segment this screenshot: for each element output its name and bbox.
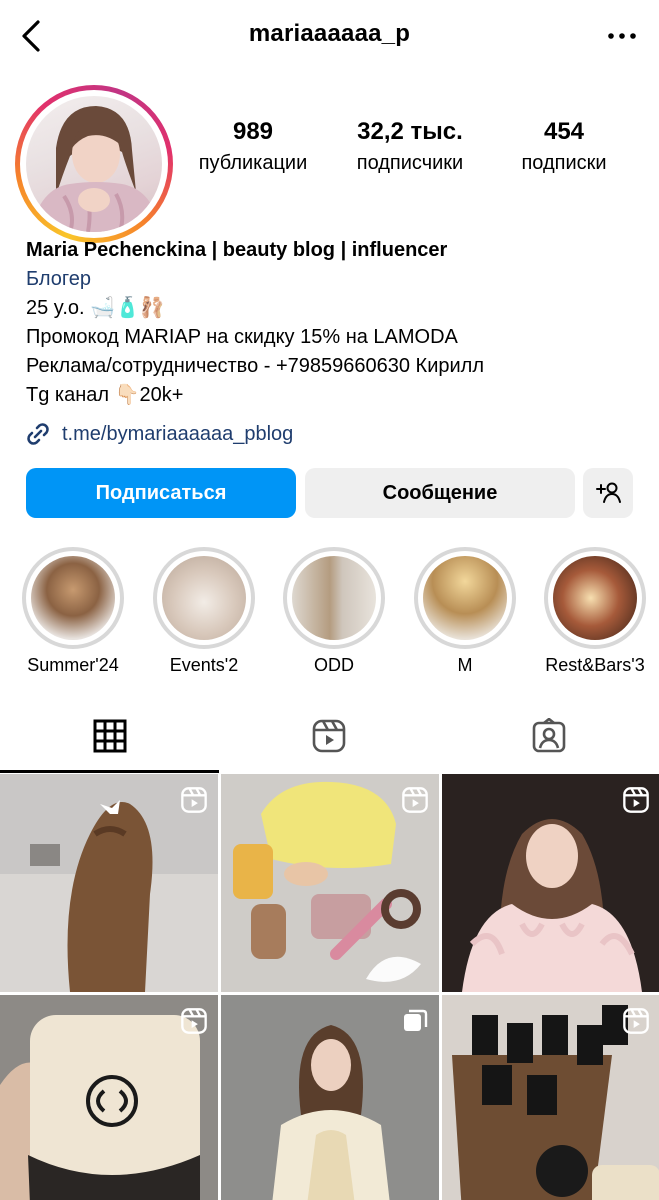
- stat-following-label: подписки: [521, 152, 607, 174]
- follow-button[interactable]: Подписаться: [26, 468, 296, 518]
- post-thumbnail[interactable]: [0, 995, 218, 1200]
- post-thumbnail[interactable]: [221, 774, 439, 992]
- highlight-label: ODD: [314, 655, 354, 675]
- post-thumbnail[interactable]: [442, 774, 659, 992]
- bio-line: Промокод MARIAP на скидку 15% на LAMODA: [26, 326, 458, 348]
- highlight-ring: [414, 547, 516, 649]
- stat-followers[interactable]: 32,2 тыс. подписчики: [340, 118, 480, 175]
- bio-line: Реклама/сотрудничество - +79859660630 Ки…: [26, 355, 485, 377]
- stat-posts-label: публикации: [198, 152, 308, 174]
- posts-grid: [0, 774, 659, 1200]
- avatar[interactable]: [26, 96, 162, 232]
- reels-icon[interactable]: [311, 718, 347, 754]
- bio-link-text: t.me/bymariaaaaaa_pblog: [62, 422, 294, 445]
- highlight-label: Events'2: [169, 655, 239, 675]
- post-thumbnail[interactable]: [221, 995, 439, 1200]
- highlight-label: Summer'24: [27, 655, 119, 675]
- message-button[interactable]: Сообщение: [305, 468, 575, 518]
- profile-username: mariaaaaaa_p: [248, 20, 411, 47]
- highlight-label: Rest&Bars'3: [545, 655, 645, 675]
- add-person-icon: [596, 482, 621, 503]
- reels-icon: [622, 1007, 650, 1035]
- carousel-icon: [401, 1007, 429, 1035]
- highlight-ring: [283, 547, 385, 649]
- highlight-image: [162, 556, 246, 640]
- reels-icon: [180, 786, 208, 814]
- highlight-image: [553, 556, 637, 640]
- bio-line: Tg канал 👇🏻20k+: [26, 384, 184, 406]
- link-icon: [27, 423, 49, 445]
- more-options-icon[interactable]: [607, 24, 637, 48]
- stat-following-value: 454: [543, 118, 585, 145]
- post-thumbnail[interactable]: [442, 995, 659, 1200]
- grid-icon[interactable]: [92, 718, 128, 754]
- highlight-item[interactable]: M: [413, 547, 517, 676]
- highlight-image: [423, 556, 507, 640]
- suggest-users-button[interactable]: [583, 468, 633, 518]
- active-tab-indicator: [0, 770, 219, 773]
- highlight-item[interactable]: ODD: [282, 547, 386, 676]
- highlight-image: [31, 556, 115, 640]
- bio-line: 25 y.o. 🛁🧴🩰: [26, 297, 165, 319]
- profile-tabs: [0, 700, 659, 774]
- stat-followers-label: подписчики: [356, 152, 464, 174]
- highlight-ring: [153, 547, 255, 649]
- top-bar: mariaaaaaa_p: [0, 0, 659, 72]
- highlight-item[interactable]: Rest&Bars'3: [543, 547, 647, 676]
- stat-following[interactable]: 454 подписки: [505, 118, 623, 175]
- story-ring[interactable]: [15, 85, 173, 243]
- tagged-icon[interactable]: [531, 717, 567, 754]
- reels-icon: [401, 786, 429, 814]
- stat-followers-value: 32,2 тыс.: [357, 118, 463, 145]
- stat-posts[interactable]: 989 публикации: [188, 118, 318, 175]
- highlight-image: [292, 556, 376, 640]
- stat-posts-value: 989: [232, 118, 274, 145]
- highlight-label: M: [457, 655, 473, 675]
- highlight-item[interactable]: Summer'24: [21, 547, 125, 676]
- profile-full-name: Maria Pechenckina | beauty blog | influe…: [26, 239, 448, 261]
- reels-icon: [180, 1007, 208, 1035]
- profile-bio: Maria Pechenckina | beauty blog | influe…: [26, 236, 636, 410]
- reels-icon: [622, 786, 650, 814]
- highlight-item[interactable]: Events'2: [152, 547, 256, 676]
- highlight-ring: [544, 547, 646, 649]
- bio-link[interactable]: t.me/bymariaaaaaa_pblog: [24, 420, 293, 448]
- highlight-ring: [22, 547, 124, 649]
- post-thumbnail[interactable]: [0, 774, 218, 992]
- profile-category: Блогер: [26, 268, 92, 290]
